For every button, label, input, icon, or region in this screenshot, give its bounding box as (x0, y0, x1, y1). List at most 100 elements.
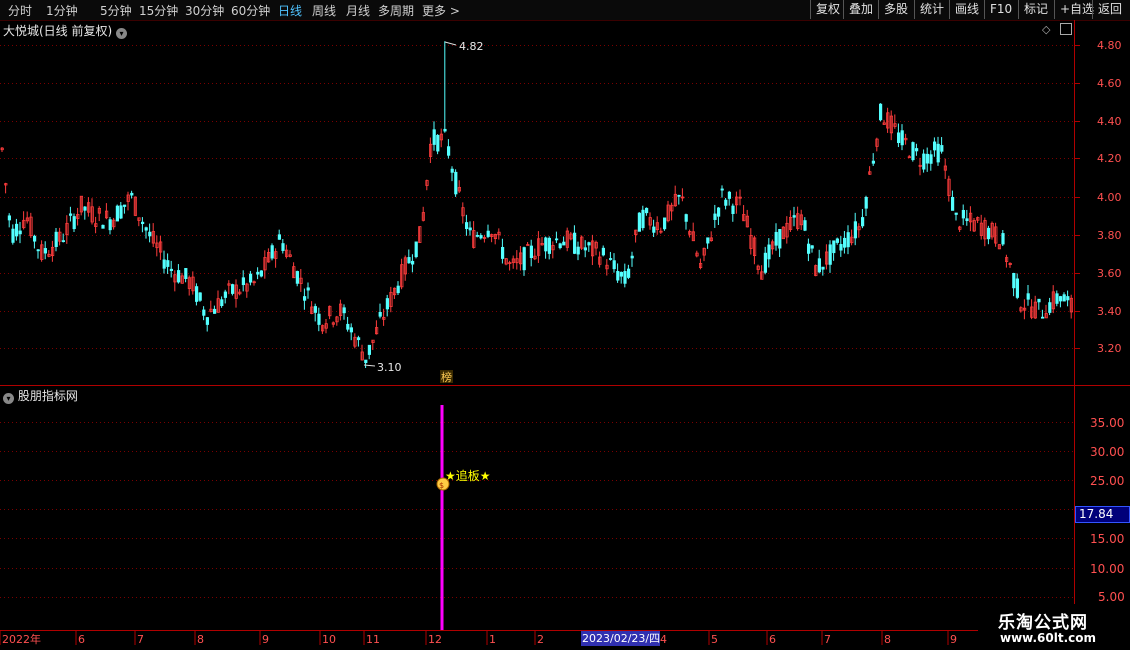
indicator-tick: 25.00 (1090, 474, 1124, 488)
candle-body (562, 241, 566, 246)
indicator-tick: 35.00 (1090, 416, 1124, 430)
candle-body (573, 232, 577, 254)
candle-body (123, 204, 127, 207)
candle-body (414, 241, 418, 258)
candle-body (220, 299, 224, 307)
high-price-label: 4.82 (459, 40, 484, 53)
candle-body (176, 270, 181, 283)
candle-body (641, 209, 645, 229)
candle-body (166, 260, 170, 267)
candle-body (940, 145, 944, 152)
candle-body (72, 216, 76, 230)
candle-body (767, 244, 771, 260)
candle-body (1062, 294, 1066, 302)
candle-body (130, 192, 134, 196)
candle-body (1055, 293, 1059, 304)
candle-body (547, 237, 552, 254)
candle-body (198, 292, 202, 301)
candle-body (627, 268, 631, 278)
candle-body (835, 238, 840, 243)
candle-body (36, 249, 40, 252)
candle-body (810, 245, 814, 249)
candle-body (900, 130, 904, 146)
candle-body (763, 252, 768, 273)
price-tick: 3.60 (1097, 267, 1122, 280)
candle-body (144, 227, 148, 231)
candle-body (194, 286, 199, 302)
candle-body (446, 146, 451, 156)
candle-body (436, 134, 440, 152)
money-bag-glyph: $ (439, 481, 444, 490)
candle-body (500, 246, 505, 259)
candle-body (871, 160, 876, 164)
time-label: 4 (660, 633, 667, 646)
candle-body (792, 215, 796, 218)
candle-body (169, 268, 173, 272)
watermark: 乐淘公式网 www.60lt.com (978, 604, 1130, 650)
candle-body (313, 306, 318, 313)
candle-body (1048, 302, 1052, 313)
candle-body (846, 232, 850, 248)
time-label: 11 (366, 633, 380, 646)
candle-body (576, 246, 580, 255)
candle-body (774, 231, 778, 246)
candle-body (652, 226, 656, 233)
candle-body (544, 237, 548, 252)
price-tick: 4.80 (1097, 39, 1122, 52)
candle-body (468, 227, 472, 231)
time-label: 5 (711, 633, 718, 646)
main-grid (0, 45, 1080, 349)
candle-body (450, 168, 454, 173)
candle-body (839, 244, 843, 251)
time-label: 9 (262, 633, 269, 646)
candle-body (843, 237, 847, 248)
candle-body (356, 337, 361, 341)
price-ticks: 4.80 4.60 4.40 4.20 4.00 3.80 3.60 3.40 … (1097, 39, 1122, 355)
time-axis: 2022年 6 7 8 9 10 11 12 1 2 4 5 6 7 8 9 (0, 631, 957, 646)
candle-body (212, 308, 217, 314)
candle-body (14, 223, 19, 237)
candle-body (364, 359, 368, 364)
candle-body (385, 298, 390, 310)
candle-body (346, 323, 350, 330)
candlesticks (0, 41, 1073, 368)
candle-body (879, 103, 883, 121)
candle-body (677, 194, 681, 197)
time-label: 7 (824, 633, 831, 646)
candle-body (295, 271, 300, 284)
candle-body (140, 221, 145, 225)
candle-body (367, 344, 372, 355)
candle-body (407, 257, 411, 264)
candle-body (925, 153, 930, 164)
candle-body (684, 214, 688, 222)
candle-body (270, 245, 274, 259)
cursor-date: 2023/02/23/四 (582, 632, 660, 645)
candle-body (663, 217, 667, 230)
time-label: 8 (197, 633, 204, 646)
candle-body (915, 148, 919, 152)
candle-body (601, 247, 606, 256)
candle-body (911, 142, 915, 161)
candle-body (119, 205, 123, 219)
candle-body (378, 312, 382, 317)
candle-body (464, 222, 469, 230)
candle-body (349, 327, 354, 333)
candle-body (922, 153, 926, 170)
rank-badge[interactable]: 榜 (441, 370, 452, 384)
candle-body (342, 307, 346, 314)
candle-body (11, 228, 15, 243)
candle-body (861, 217, 865, 227)
time-label: 8 (884, 633, 891, 646)
candle-body (1012, 272, 1016, 289)
kline-chart[interactable]: 4.80 4.60 4.40 4.20 4.00 3.80 3.60 3.40 … (0, 0, 1130, 650)
candle-body (612, 260, 616, 270)
low-price-label: 3.10 (377, 361, 402, 374)
time-label: 1 (489, 633, 496, 646)
candle-body (803, 220, 807, 231)
candle-body (54, 231, 58, 247)
low-marker: 3.10 (363, 361, 402, 374)
candle-body (148, 231, 152, 237)
indicator-tick: 15.00 (1090, 532, 1124, 546)
indicator-tick: 10.00 (1090, 562, 1124, 576)
candle-body (101, 224, 105, 229)
